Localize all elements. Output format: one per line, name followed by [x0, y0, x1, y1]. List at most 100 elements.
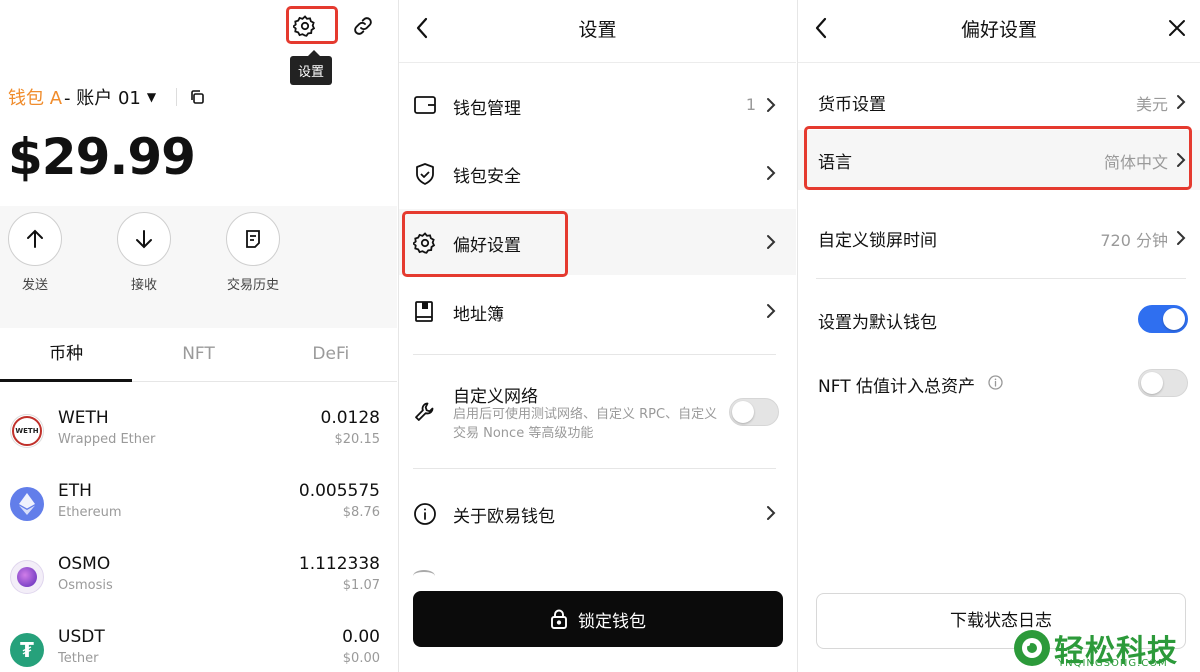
- default-wallet-toggle[interactable]: [1138, 305, 1188, 333]
- receive-label: 接收: [130, 278, 157, 293]
- watermark-logo-icon: [1014, 630, 1050, 666]
- close-button[interactable]: [1166, 14, 1188, 42]
- token-name: Ethereum: [58, 505, 122, 520]
- settings-item-label: 关于欧易钱包: [453, 507, 555, 527]
- pref-item-default-wallet: 设置为默认钱包: [798, 290, 1200, 350]
- settings-item-address-book[interactable]: 地址簿: [399, 278, 796, 344]
- token-usd-value: $20.15: [334, 432, 381, 447]
- partial-icon: [413, 570, 435, 582]
- chevron-right-icon: [1176, 230, 1186, 246]
- pref-item-label: 设置为默认钱包: [818, 313, 937, 333]
- pref-item-lock-timeout[interactable]: 自定义锁屏时间 720 分钟: [798, 208, 1200, 268]
- pref-item-label: 自定义锁屏时间: [818, 231, 937, 251]
- wallet-name: 钱包 A: [8, 88, 63, 109]
- settings-item-wallet-security[interactable]: 钱包安全: [399, 140, 796, 206]
- page-title: 偏好设置: [960, 19, 1037, 41]
- custom-network-toggle[interactable]: [729, 398, 779, 426]
- weth-logo-icon: WETH: [10, 414, 44, 448]
- pref-item-value: 美元: [1135, 95, 1168, 114]
- chevron-right-icon: [766, 303, 776, 319]
- header-divider: [798, 62, 1200, 63]
- wallet-panel: 设置 钱包 A - 账户 01 ▼ $29.99 发送 接收 交易历史 币种 N…: [0, 0, 397, 672]
- preferences-header: 偏好设置: [798, 0, 1200, 58]
- nft-valuation-toggle[interactable]: [1138, 369, 1188, 397]
- token-row-osmo[interactable]: OSMO Osmosis 1.112338 $1.07: [0, 546, 397, 618]
- preferences-highlight-box: [402, 211, 568, 277]
- receive-button[interactable]: 接收: [114, 212, 174, 293]
- history-icon: [246, 230, 260, 248]
- usdt-logo-icon: ₮: [10, 633, 44, 667]
- settings-panel: 设置 钱包管理 1 钱包安全 偏好设置 地址簿 自定义网络 启用后可使用测试网络…: [398, 0, 796, 672]
- chevron-right-icon: [766, 97, 776, 113]
- tab-defi[interactable]: DeFi: [265, 328, 397, 381]
- section-divider: [413, 354, 776, 355]
- settings-highlight-box: [286, 6, 338, 44]
- token-row-usdt[interactable]: ₮ USDT Tether 0.00 $0.00: [0, 619, 397, 672]
- send-button[interactable]: 发送: [5, 212, 65, 293]
- chevron-right-icon: [766, 505, 776, 521]
- lock-wallet-button[interactable]: 锁定钱包: [413, 591, 783, 647]
- section-divider: [413, 468, 776, 469]
- copy-button[interactable]: [189, 89, 205, 105]
- token-row-weth[interactable]: WETH WETH Wrapped Ether 0.0128 $20.15: [0, 400, 397, 472]
- chevron-right-icon: [766, 234, 776, 250]
- token-name: Osmosis: [58, 578, 113, 593]
- pref-item-label: NFT 估值计入总资产: [818, 377, 975, 397]
- settings-item-about[interactable]: 关于欧易钱包: [399, 480, 796, 546]
- token-amount: 0.005575: [298, 481, 380, 501]
- token-symbol: ETH: [58, 481, 92, 501]
- osmo-logo-icon: [10, 560, 44, 594]
- token-symbol: USDT: [58, 627, 105, 647]
- info-icon: [413, 502, 437, 526]
- info-icon[interactable]: [988, 375, 1003, 390]
- wallet-icon: [413, 94, 437, 116]
- settings-item-wallet-management[interactable]: 钱包管理 1: [399, 72, 796, 138]
- custom-network-label: 自定义网络: [453, 387, 538, 407]
- toggle-knob: [1163, 308, 1185, 330]
- pref-item-value: 720 分钟: [1100, 231, 1168, 250]
- settings-header: 设置: [399, 0, 796, 58]
- token-amount: 1.112338: [298, 554, 380, 574]
- token-amount: 0.0128: [320, 408, 380, 428]
- toggle-knob: [732, 401, 754, 423]
- tab-tokens[interactable]: 币种: [0, 328, 133, 382]
- arrow-down-icon: [136, 230, 152, 249]
- toggle-knob: [1141, 372, 1163, 394]
- settings-item-label: 钱包管理: [453, 99, 521, 119]
- token-symbol: WETH: [58, 408, 109, 428]
- pref-item-nft-valuation: NFT 估值计入总资产: [798, 354, 1200, 414]
- preferences-panel: 偏好设置 货币设置 美元 语言 简体中文 自定义锁屏时间 720 分钟 设置为默…: [797, 0, 1200, 672]
- watermark-logo: 轻松科技 YNQINGSONG.COM: [1010, 624, 1200, 672]
- eth-logo-icon: [10, 487, 44, 521]
- history-button[interactable]: 交易历史: [223, 212, 283, 293]
- pref-item-currency[interactable]: 货币设置 美元: [798, 72, 1200, 132]
- address-book-icon: [413, 300, 435, 324]
- shield-icon: [413, 162, 437, 186]
- settings-item-label: 钱包安全: [453, 167, 521, 187]
- token-row-eth[interactable]: ETH Ethereum 0.005575 $8.76: [0, 473, 397, 545]
- account-name: - 账户 01: [64, 88, 141, 109]
- custom-network-description: 启用后可使用测试网络、自定义 RPC、自定义交易 Nonce 等高级功能: [453, 407, 718, 441]
- connect-link-button[interactable]: [347, 10, 379, 42]
- lock-wallet-label: 锁定钱包: [578, 611, 646, 632]
- token-symbol: OSMO: [58, 554, 111, 574]
- pref-item-label: 货币设置: [818, 95, 886, 115]
- history-label: 交易历史: [226, 278, 279, 293]
- tab-nft[interactable]: NFT: [132, 328, 264, 381]
- language-highlight-box: [804, 126, 1192, 190]
- wrench-icon: [413, 400, 437, 424]
- lock-icon: [551, 609, 567, 629]
- chevron-right-icon: [1176, 94, 1186, 110]
- token-usd-value: $8.76: [342, 505, 380, 520]
- divider: [176, 88, 178, 106]
- account-selector[interactable]: 钱包 A - 账户 01 ▼: [8, 84, 205, 110]
- token-name: Wrapped Ether: [58, 432, 156, 447]
- link-icon: [354, 17, 372, 35]
- token-usd-value: $0.00: [342, 651, 380, 666]
- arrow-up-icon: [27, 229, 43, 248]
- header-divider: [399, 62, 796, 63]
- total-balance: $29.99: [8, 128, 196, 186]
- settings-item-value: 1: [745, 95, 756, 114]
- token-usd-value: $1.07: [342, 578, 380, 593]
- caret-down-icon: ▼: [146, 90, 157, 104]
